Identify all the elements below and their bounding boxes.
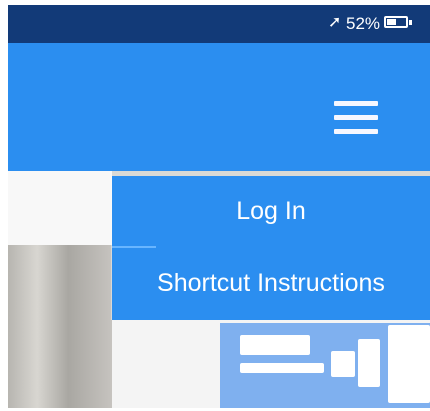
log-in-menu-item[interactable]: Log In (112, 176, 430, 246)
app-header (8, 43, 430, 171)
document-line (388, 325, 430, 403)
hamburger-menu-button[interactable] (334, 101, 378, 135)
hamburger-menu-icon-line (334, 129, 378, 134)
document-line (331, 351, 355, 377)
document-line (358, 339, 380, 387)
location-arrow-icon: ➚ (328, 14, 342, 31)
app-screen: ➚ 52% Log In Shortcut Instructions (8, 5, 430, 408)
navigation-dropdown-menu: Log In Shortcut Instructions (112, 176, 430, 320)
battery-icon (384, 16, 408, 28)
hamburger-menu-icon-line (334, 115, 378, 120)
status-bar: ➚ 52% (8, 5, 430, 43)
battery-level (387, 19, 396, 25)
battery-percentage: 52% (346, 14, 381, 33)
shortcut-instructions-menu-item[interactable]: Shortcut Instructions (112, 248, 430, 318)
document-line (240, 335, 310, 355)
hamburger-menu-icon-line (334, 101, 378, 106)
content-top-strip (8, 171, 112, 245)
battery-tip-icon (409, 20, 412, 25)
document-line (240, 363, 324, 373)
